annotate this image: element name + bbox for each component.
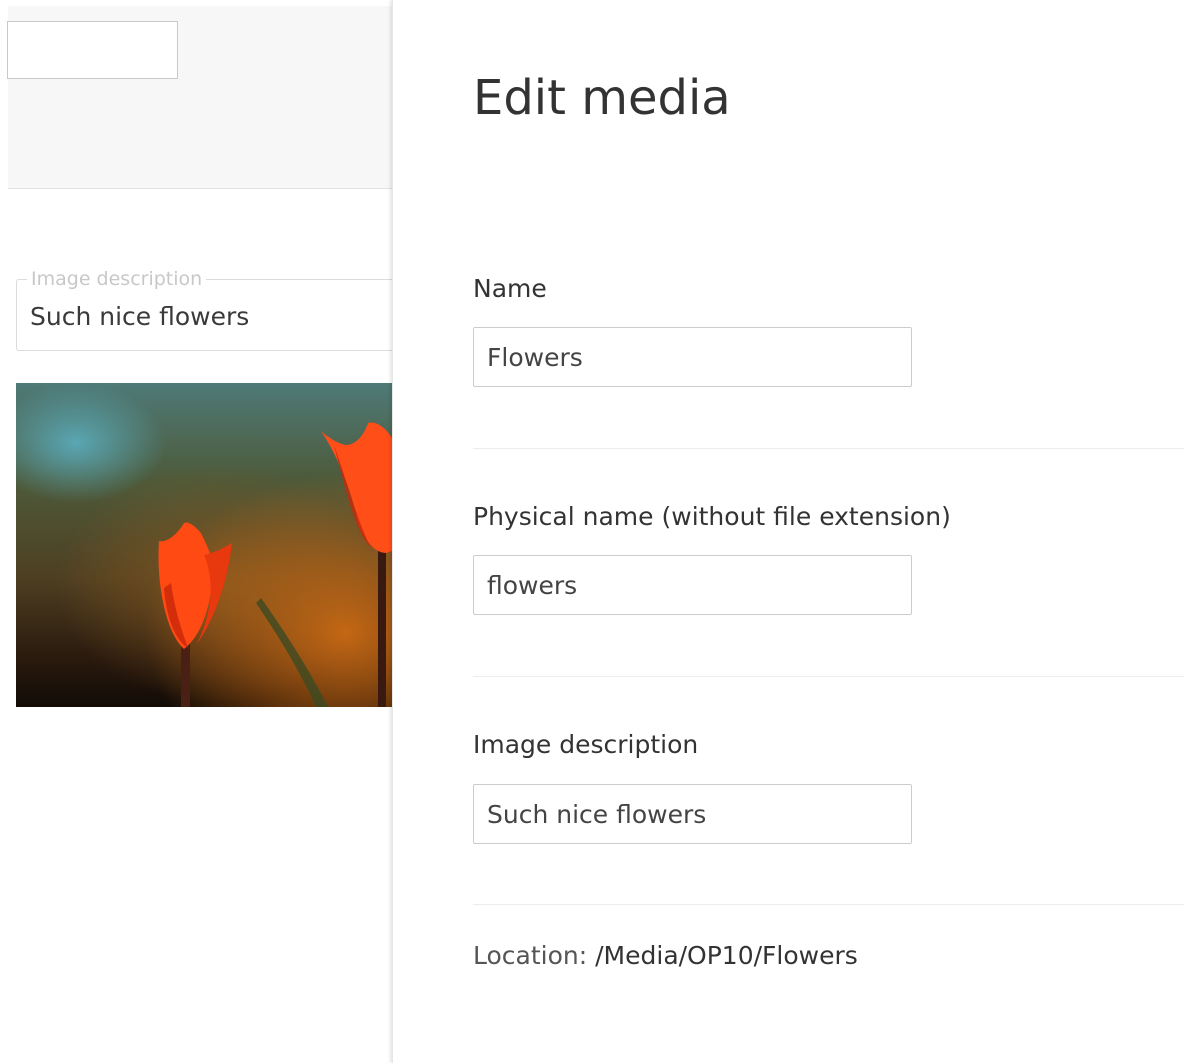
background-description-value: Such nice flowers: [30, 302, 250, 331]
right-tulip-stem: [378, 548, 386, 707]
right-tulip-flower: [321, 422, 392, 553]
image-description-input[interactable]: [473, 784, 912, 844]
background-header-input[interactable]: [7, 21, 178, 79]
name-label: Name: [473, 274, 547, 303]
physical-name-label: Physical name (without file extension): [473, 502, 951, 531]
divider: [473, 448, 1184, 449]
page-title: Edit media: [473, 70, 731, 126]
background-description-fieldset[interactable]: Image description Such nice flowers: [16, 266, 392, 351]
location-label: Location:: [473, 941, 588, 970]
background-header: [7, 6, 392, 189]
media-thumbnail-image[interactable]: [16, 383, 392, 707]
background-description-legend: Image description: [27, 266, 207, 292]
leaf-shape: [256, 598, 328, 707]
image-description-label: Image description: [473, 730, 699, 759]
background-edge: [0, 0, 8, 1063]
background-page: Image description Such nice flowers: [0, 0, 392, 1063]
physical-name-input[interactable]: [473, 555, 912, 615]
tulips-illustration: [158, 422, 392, 707]
location-path: /Media/OP10/Flowers: [595, 941, 858, 970]
name-input[interactable]: [473, 327, 912, 387]
location-info: Location: /Media/OP10/Flowers: [473, 940, 858, 972]
left-tulip-flower: [158, 522, 214, 649]
divider: [473, 676, 1184, 677]
edit-media-panel: Edit media Name Physical name (without f…: [392, 0, 1184, 1063]
divider: [473, 904, 1184, 905]
